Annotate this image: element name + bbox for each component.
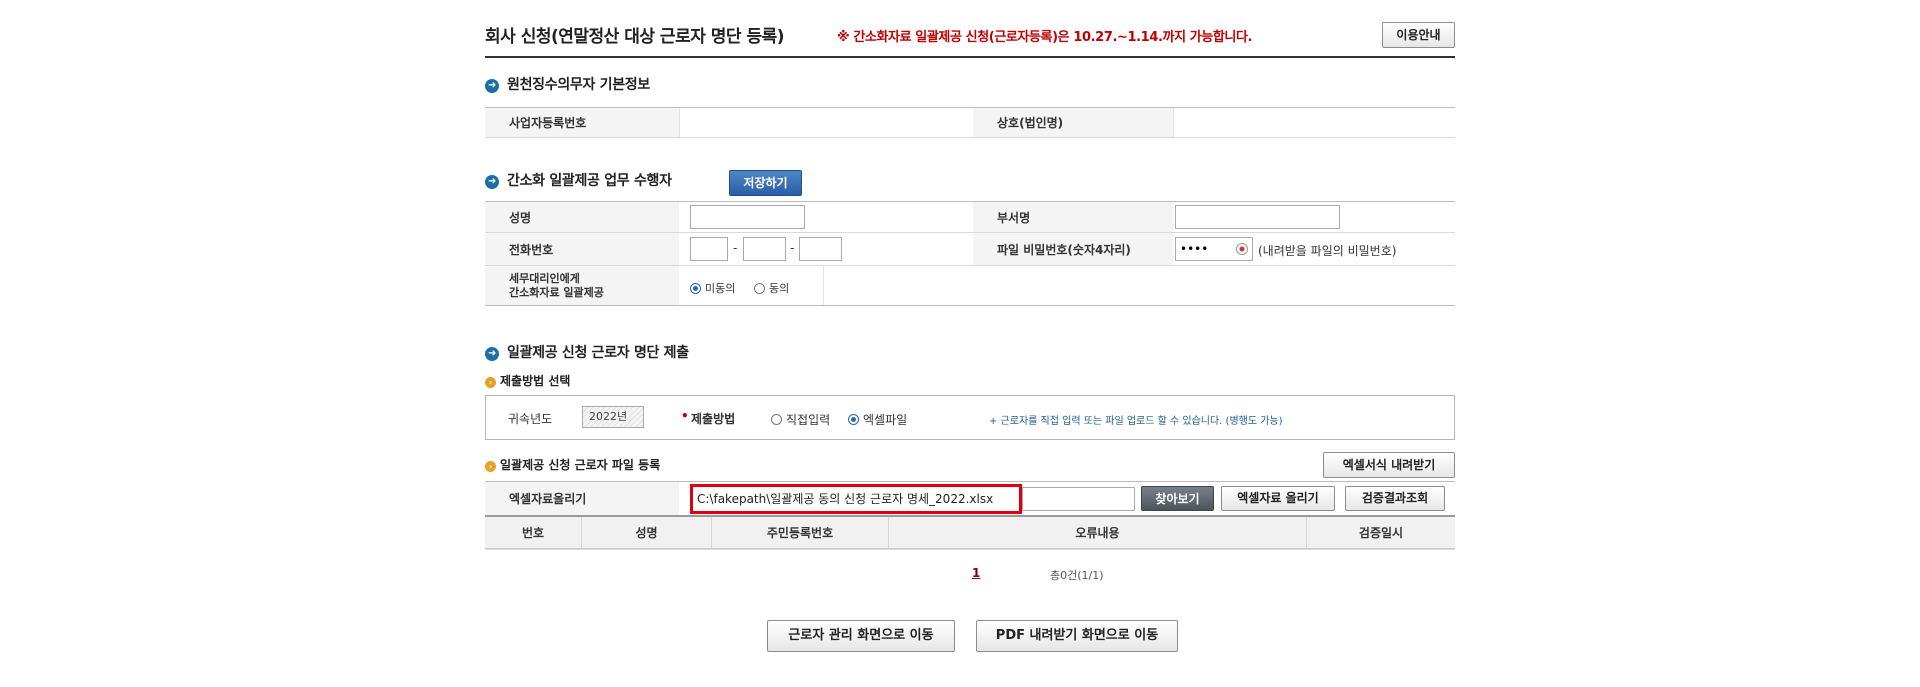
- method-subtitle: › 제출방법 선택: [485, 372, 570, 389]
- password-hint: (내려받을 파일의 비밀번호): [1258, 244, 1397, 258]
- section-title-text: 간소화 일괄제공 업무 수행자: [507, 173, 672, 189]
- subtitle-text: 제출방법 선택: [500, 374, 571, 388]
- dept-label: 부서명: [973, 202, 1173, 232]
- section-title-text: 일괄제공 신청 근로자 명단 제출: [507, 345, 689, 361]
- section-withholding-title: ➜ 원천징수의무자 기본정보: [485, 74, 650, 94]
- biz-no-label: 사업자등록번호: [485, 108, 679, 137]
- method-hint: + 근로자를 직접 입력 또는 파일 업로드 할 수 있습니다. (병행도 가능…: [989, 416, 1283, 427]
- column-header: 번호: [485, 517, 582, 549]
- pdf-download-button[interactable]: PDF 내려받기 화면으로 이동: [976, 620, 1178, 652]
- arrow-circle-icon: ➜: [485, 347, 499, 361]
- agent-label: 세무대리인에게 간소화자료 일괄제공: [485, 266, 679, 305]
- radio-selected-icon: [690, 282, 701, 294]
- arrow-circle-icon: ➜: [485, 175, 499, 189]
- phone-part1-input[interactable]: [690, 237, 728, 261]
- operator-phone-row: 전화번호 - - 파일 비밀번호(숫자4자리) (내려받을 파일의 비밀번호): [485, 233, 1455, 266]
- company-value: [1173, 108, 1456, 137]
- verify-result-button[interactable]: 검증결과조회: [1345, 486, 1445, 511]
- radio-label: 동의: [769, 282, 790, 295]
- file-path-input-extension[interactable]: [1022, 487, 1135, 511]
- total-count: 총0건(1/1): [1050, 569, 1104, 582]
- phone-part3-input[interactable]: [799, 237, 842, 261]
- result-table-header: 번호 성명 주민등록번호 오류내용 검증일시: [485, 515, 1455, 549]
- radio-label: 엑셀파일: [863, 413, 908, 427]
- column-header: 주민등록번호: [712, 517, 889, 549]
- name-label: 성명: [485, 202, 679, 232]
- radio-unselected-icon: [754, 282, 765, 294]
- required-mark: •: [681, 409, 689, 423]
- radio-label: 미동의: [705, 282, 736, 295]
- radio-unselected-icon: [771, 414, 782, 425]
- divider: [485, 549, 1455, 550]
- phone-part2-input[interactable]: [743, 237, 786, 261]
- direct-input-radio[interactable]: 직접입력: [771, 411, 830, 428]
- subtitle-text: 일괄제공 신청 근로자 파일 등록: [500, 458, 661, 472]
- operator-agent-row: 세무대리인에게 간소화자료 일괄제공 미동의 동의: [485, 266, 1455, 306]
- guide-button[interactable]: 이용안내: [1382, 22, 1455, 48]
- save-button[interactable]: 저장하기: [729, 170, 802, 196]
- password-label: 파일 비밀번호(숫자4자리): [973, 233, 1173, 265]
- excel-template-download-button[interactable]: 엑셀서식 내려받기: [1323, 452, 1455, 478]
- radio-selected-icon: [848, 414, 859, 425]
- section-title-text: 원천징수의무자 기본정보: [507, 77, 650, 93]
- excel-upload-button[interactable]: 엑셀자료 올리기: [1221, 486, 1335, 511]
- phone-dash: -: [790, 241, 795, 255]
- arrow-circle-icon: ➜: [485, 79, 499, 93]
- page-link-1[interactable]: 1: [972, 566, 980, 580]
- name-input[interactable]: [690, 205, 805, 229]
- agent-label-line1: 세무대리인에게: [509, 271, 580, 285]
- agent-label-line2: 간소화자료 일괄제공: [509, 285, 604, 299]
- company-label: 상호(법인명): [973, 108, 1173, 137]
- period-notice: ※ 간소화자료 일괄제공 신청(근로자등록)은 10.27.~1.14.까지 가…: [837, 30, 1253, 45]
- arrow-circle-icon: ›: [485, 461, 496, 472]
- agent-agree-radio[interactable]: 동의: [754, 280, 789, 296]
- phone-dash: -: [733, 241, 738, 255]
- dept-input[interactable]: [1175, 205, 1340, 229]
- page-title: 회사 신청(연말정산 대상 근로자 명단 등록): [485, 27, 785, 47]
- biz-no-value: [679, 108, 960, 137]
- withholding-row: 사업자등록번호 상호(법인명): [485, 108, 1455, 138]
- agent-disagree-radio[interactable]: 미동의: [690, 280, 735, 296]
- method-label: 제출방법: [691, 412, 736, 426]
- year-select[interactable]: 2022년: [582, 406, 644, 428]
- divider: [823, 266, 824, 305]
- operator-name-row: 성명 부서명: [485, 202, 1455, 233]
- phone-label: 전화번호: [485, 233, 679, 265]
- arrow-circle-icon: ›: [485, 377, 496, 388]
- method-box: 귀속년도 2022년 • 제출방법 직접입력 엑셀파일 + 근로자를 직접 입력…: [485, 395, 1455, 440]
- column-header: 성명: [582, 517, 712, 549]
- eye-icon[interactable]: [1236, 243, 1248, 255]
- column-header: 검증일시: [1358, 526, 1404, 540]
- year-label: 귀속년도: [508, 412, 553, 426]
- upload-subtitle: › 일괄제공 신청 근로자 파일 등록: [485, 456, 660, 473]
- column-header: 오류내용: [889, 517, 1307, 549]
- upload-label: 엑셀자료올리기: [485, 482, 679, 515]
- section-submission-title: ➜ 일괄제공 신청 근로자 명단 제출: [485, 342, 689, 362]
- section-operator-title: ➜ 간소화 일괄제공 업무 수행자: [485, 170, 672, 190]
- worker-management-button[interactable]: 근로자 관리 화면으로 이동: [767, 620, 955, 652]
- browse-button[interactable]: 찾아보기: [1141, 486, 1214, 511]
- excel-file-radio[interactable]: 엑셀파일: [848, 411, 907, 428]
- title-bar: 회사 신청(연말정산 대상 근로자 명단 등록) ※ 간소화자료 일괄제공 신청…: [485, 20, 1455, 58]
- radio-label: 직접입력: [786, 413, 831, 427]
- file-path-input[interactable]: C:\fakepath\일괄제공 동의 신청 근로자 명세_2022.xlsx: [690, 484, 1022, 514]
